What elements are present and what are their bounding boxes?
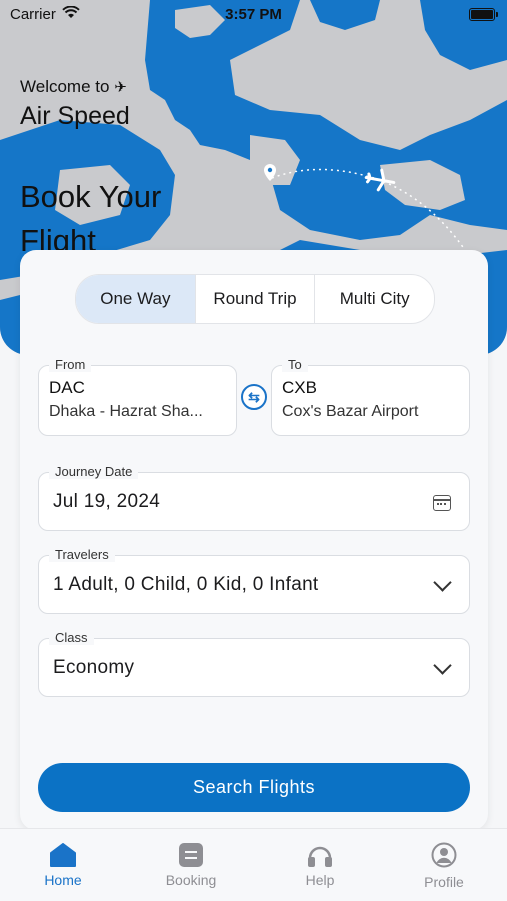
tab-profile-label: Profile (424, 874, 464, 890)
tab-booking[interactable]: Booking (128, 829, 254, 901)
bottom-tab-bar: Home Booking Help Profile (0, 828, 507, 901)
to-code: CXB (282, 378, 317, 397)
journey-date-label: Journey Date (49, 464, 139, 479)
to-field[interactable]: To CXB Cox's Bazar Airport (271, 357, 470, 436)
from-airport: Dhaka - Hazrat Sha... (49, 403, 203, 420)
profile-icon (431, 842, 457, 868)
trip-type-segmented-control: One Way Round Trip Multi City (75, 274, 435, 324)
status-bar: Carrier 3:57 PM (0, 0, 507, 30)
headphones-icon (308, 846, 332, 867)
search-flights-button[interactable]: Search Flights (38, 763, 470, 812)
booking-icon (179, 843, 203, 867)
travelers-value: 1 Adult, 0 Child, 0 Kid, 0 Infant (53, 574, 319, 595)
tab-profile[interactable]: Profile (381, 829, 507, 901)
from-label: From (49, 357, 92, 372)
welcome-label: Welcome to (20, 77, 110, 96)
tab-home[interactable]: Home (0, 829, 126, 901)
tab-one-way[interactable]: One Way (76, 275, 195, 323)
app-name: Air Speed (20, 102, 130, 130)
to-label: To (282, 357, 308, 372)
journey-date-value: Jul 19, 2024 (53, 491, 161, 512)
from-code: DAC (49, 378, 85, 397)
class-value: Economy (53, 657, 135, 678)
tab-help-label: Help (305, 872, 335, 888)
class-field[interactable]: Class Economy (38, 630, 470, 697)
home-icon (50, 843, 76, 867)
to-airport: Cox's Bazar Airport (282, 403, 419, 420)
welcome-text: Welcome to ✈ (20, 77, 127, 97)
battery-icon (469, 8, 498, 21)
from-field[interactable]: From DAC Dhaka - Hazrat Sha... (38, 357, 237, 436)
plane-icon: ✈ (114, 79, 127, 96)
booking-card: One Way Round Trip Multi City From DAC D… (20, 250, 488, 830)
journey-date-field[interactable]: Journey Date Jul 19, 2024 (38, 464, 470, 531)
tab-help[interactable]: Help (257, 829, 383, 901)
chevron-down-icon[interactable] (433, 656, 452, 675)
chevron-down-icon[interactable] (433, 573, 452, 592)
calendar-icon[interactable] (433, 495, 451, 511)
status-time: 3:57 PM (225, 6, 282, 23)
tab-round-trip[interactable]: Round Trip (194, 275, 315, 323)
tab-home-label: Home (44, 872, 82, 888)
travelers-label: Travelers (49, 547, 115, 562)
swap-icon[interactable]: ⇆ (241, 384, 267, 410)
travelers-field[interactable]: Travelers 1 Adult, 0 Child, 0 Kid, 0 Inf… (38, 547, 470, 614)
class-label: Class (49, 630, 94, 645)
tab-multi-city[interactable]: Multi City (314, 275, 434, 323)
tab-booking-label: Booking (165, 872, 217, 888)
